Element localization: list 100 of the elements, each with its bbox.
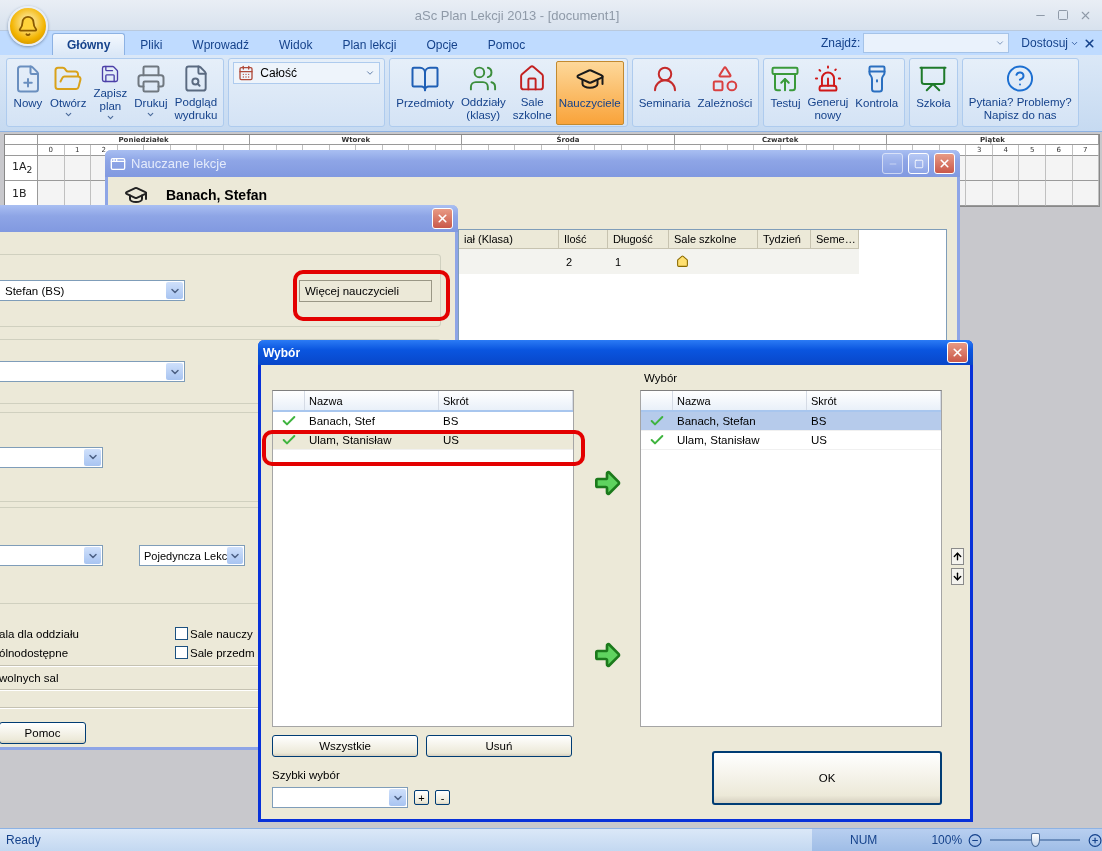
close-button[interactable] (432, 208, 453, 229)
dropdown[interactable] (0, 446, 103, 468)
ribbon-button[interactable]: Seminaria (635, 61, 694, 125)
ribbon-tab[interactable]: Pliki (125, 33, 178, 55)
window-title: aSc Plan Lekcji 2013 - [document1] (413, 7, 621, 23)
maximize-icon (913, 158, 924, 169)
minus-button[interactable]: - (435, 790, 450, 805)
remove-button[interactable]: Usuń (426, 735, 572, 757)
timetable-cell[interactable] (1046, 156, 1073, 181)
bell-icon (17, 15, 39, 37)
list-row[interactable]: Banach, Stefan BS (641, 412, 941, 431)
window-icon (110, 155, 126, 172)
status-text: Ready (5, 833, 41, 847)
lesson-type-select[interactable]: Pojedyncza Lekc (139, 545, 245, 566)
help-icon (1005, 64, 1036, 93)
teacher-name: Banach, Stefan (166, 187, 268, 203)
ribbon-button[interactable]: Szkoła (913, 61, 954, 125)
list-box[interactable]: Nazwa Skrót Banach, Stefan BS Ulam, Stanisław US (640, 390, 942, 727)
quick-select[interactable] (272, 787, 408, 808)
slider-thumb[interactable] (1031, 833, 1041, 847)
view-select[interactable]: Całość (233, 62, 381, 84)
minimize-button[interactable] (882, 153, 903, 174)
timetable-cell[interactable] (1019, 181, 1046, 206)
timetable-cell[interactable] (1072, 156, 1100, 181)
ribbon-button[interactable]: Pytania? Problemy? Napisz do nas (965, 61, 1075, 125)
select-all-button[interactable]: Wszystkie (272, 735, 418, 757)
list-box[interactable]: Nazwa Skrót Banach, Stef BS Ulam, Stanisław US (272, 390, 574, 727)
move-up-button[interactable] (950, 548, 964, 565)
find-label: Znajdź: (820, 36, 861, 50)
help-button[interactable]: Pomoc (0, 722, 86, 744)
caret-icon (63, 110, 73, 119)
column-header: Skrót (807, 391, 941, 410)
caret-icon (995, 38, 1006, 48)
ribbon-tab[interactable]: Opcje (411, 33, 473, 55)
table-row[interactable]: 2 1 (459, 249, 859, 274)
ok-button[interactable]: OK (712, 751, 942, 805)
list-label: Wybór (643, 372, 679, 386)
calendar-icon (238, 65, 255, 81)
timetable-cell[interactable] (992, 181, 1020, 206)
close-button[interactable] (934, 153, 955, 174)
dropdown[interactable] (0, 545, 103, 566)
ribbon-button[interactable]: Testuj (767, 61, 804, 125)
checkbox[interactable] (175, 646, 188, 659)
box-icon (770, 64, 801, 94)
table-cell-text: 2 (565, 254, 574, 270)
ribbon-button[interactable]: Zależności (694, 61, 756, 125)
maximize-icon[interactable] (1057, 8, 1069, 21)
zoom-out-icon[interactable] (968, 832, 983, 848)
option-label: ólnodostępne (0, 646, 70, 659)
timetable-cell[interactable] (1072, 181, 1100, 206)
ribbon-button[interactable]: Nauczyciele (555, 61, 624, 125)
zoom-level: 100% (931, 833, 963, 847)
ribbon-button[interactable]: Oddziały (klasy) (457, 61, 509, 125)
more-teachers-button[interactable]: Więcej nauczycieli (299, 279, 432, 302)
column-header: Długość (608, 230, 669, 249)
ribbon-tab[interactable]: Plan lekcji (327, 33, 412, 55)
teacher-select[interactable]: Stefan (BS) (0, 280, 185, 301)
close-icon (951, 346, 964, 359)
timetable-cell[interactable] (38, 156, 65, 181)
ribbon-button[interactable]: Generuj nowy (804, 61, 852, 125)
ribbon-button[interactable]: Podgląd wydruku (171, 61, 221, 125)
timetable-cell[interactable] (38, 181, 65, 206)
maximize-button[interactable] (908, 153, 929, 174)
timetable-cell[interactable] (966, 181, 993, 206)
find-field[interactable] (863, 33, 1010, 53)
app-menu-button[interactable] (8, 6, 48, 46)
timetable-cell[interactable] (64, 156, 92, 181)
ribbon-tab[interactable]: Widok (264, 33, 328, 55)
house-icon (676, 255, 689, 268)
ribbon-tab[interactable]: Główny (52, 33, 126, 55)
timetable-cell[interactable] (966, 156, 993, 181)
ribbon-button[interactable]: Sale szkolne (509, 61, 555, 125)
option-label: ala dla oddziału (0, 627, 80, 640)
ribbon-button[interactable]: Kontrola (852, 61, 902, 125)
ribbon-tab[interactable]: Pomoc (472, 33, 541, 55)
column-header: Nazwa (673, 391, 807, 410)
ribbon-button[interactable]: Przedmioty (393, 61, 457, 125)
checkbox-label: Sale przedm (190, 646, 255, 659)
timetable-cell[interactable] (992, 156, 1020, 181)
customize-menu[interactable]: Dostosuj (1021, 36, 1079, 50)
dropdown[interactable] (0, 361, 185, 382)
timetable-cell[interactable] (1019, 156, 1046, 181)
zoom-in-icon[interactable] (1087, 832, 1102, 848)
add-button[interactable]: + (414, 790, 429, 805)
close-icon[interactable] (1083, 36, 1096, 50)
ribbon-tab[interactable]: Wprowadź (177, 33, 265, 55)
ribbon-button[interactable]: Otwórz (47, 61, 90, 125)
timetable-cell[interactable] (1046, 181, 1073, 206)
checkbox[interactable] (175, 627, 188, 640)
ribbon-button[interactable]: Nowy (10, 61, 46, 125)
move-down-button[interactable] (950, 568, 964, 585)
people-icon (468, 64, 499, 93)
chalkboard-icon (918, 64, 949, 94)
close-button[interactable] (947, 342, 968, 363)
checkbox-label: Sale nauczy (190, 627, 253, 640)
window-title: Wybór (263, 345, 302, 360)
ribbon-button[interactable]: Zapisz plan (90, 61, 131, 125)
ribbon-button[interactable]: Drukuj (131, 61, 171, 125)
siren-icon (812, 64, 843, 93)
caret-icon (365, 68, 376, 78)
